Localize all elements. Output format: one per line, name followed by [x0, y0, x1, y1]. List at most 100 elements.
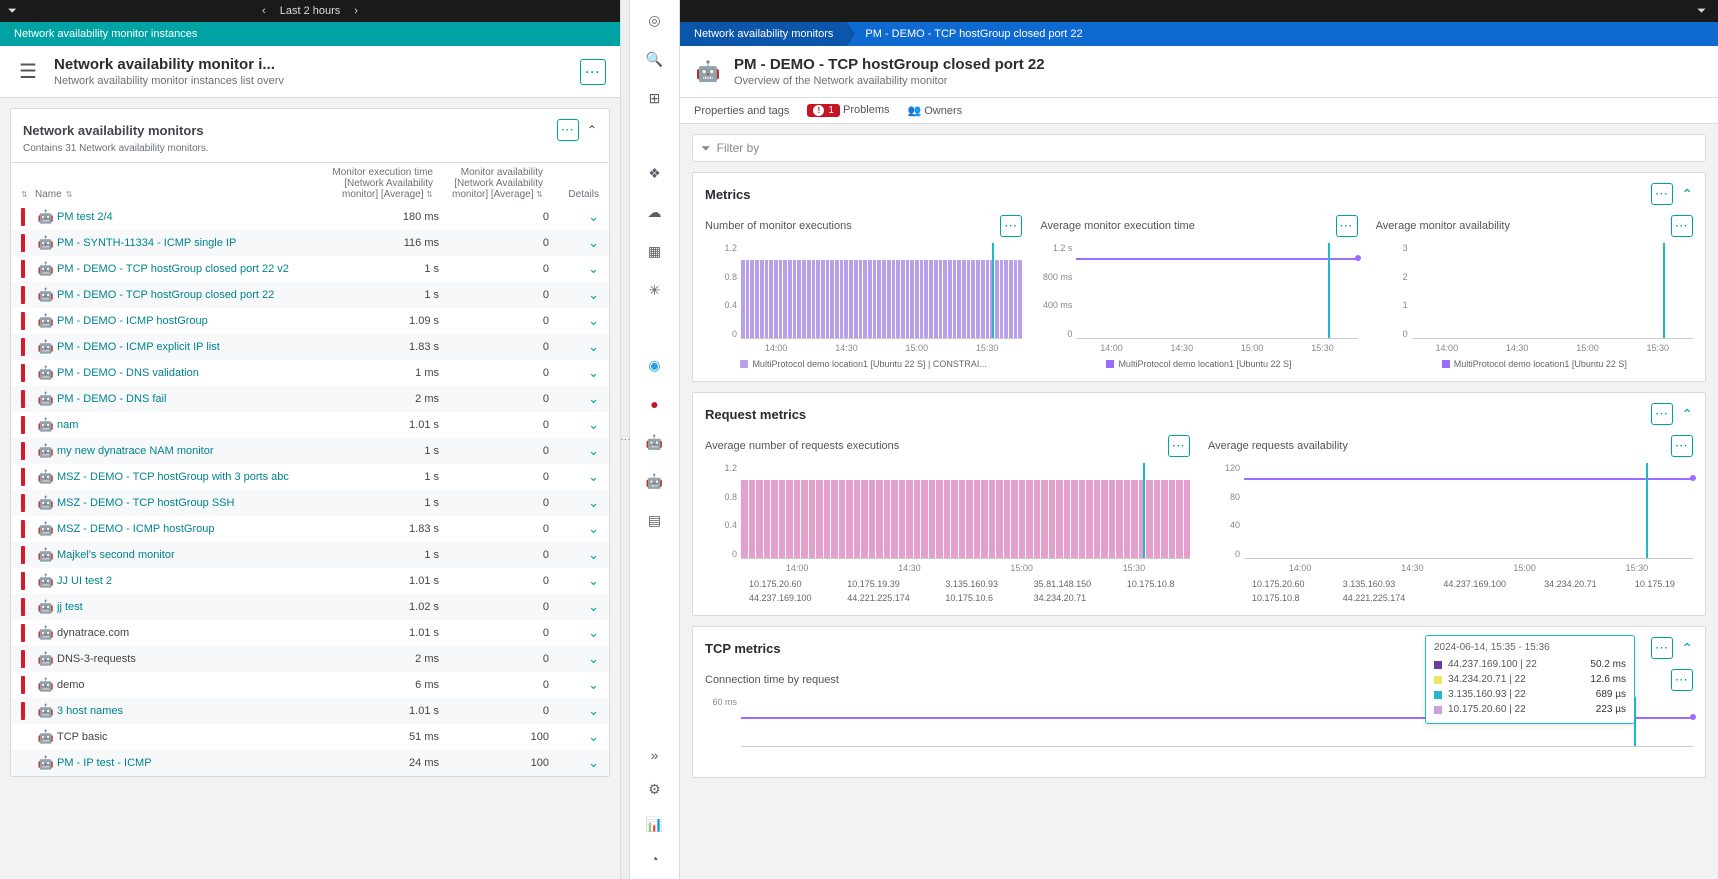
monitor-name[interactable]: TCP basic — [57, 731, 329, 743]
time-prev-icon[interactable]: ‹ — [262, 5, 266, 17]
table-row[interactable]: 🤖PM test 2/4180 ms0⌄ — [11, 204, 609, 230]
table-row[interactable]: 🤖TCP basic51 ms100⌄ — [11, 724, 609, 750]
expand-row-icon[interactable]: ⌄ — [549, 469, 599, 485]
expand-row-icon[interactable]: ⌄ — [549, 287, 599, 303]
table-row[interactable]: 🤖MSZ - DEMO - TCP hostGroup with 3 ports… — [11, 464, 609, 490]
monitor-name[interactable]: jj test — [57, 601, 329, 613]
sort-icon[interactable]: ⇅ — [66, 190, 73, 199]
nav-security-icon[interactable]: ✳ — [649, 282, 661, 299]
chart-more-button[interactable]: ··· — [1168, 435, 1190, 457]
pane-divider[interactable]: ⋮ — [620, 0, 630, 879]
monitor-name[interactable]: PM - DEMO - TCP hostGroup closed port 22 — [57, 289, 329, 301]
panel-more-button[interactable]: ··· — [1651, 637, 1673, 659]
table-row[interactable]: 🤖3 host names1.01 s0⌄ — [11, 698, 609, 724]
panel-collapse-icon[interactable]: ⌃ — [1681, 406, 1693, 423]
panel-more-button[interactable]: ··· — [557, 119, 579, 141]
monitor-name[interactable]: demo — [57, 679, 329, 691]
tab-properties[interactable]: Properties and tags — [694, 105, 789, 117]
nav-settings-icon[interactable]: ⚙ — [648, 781, 661, 798]
chart-more-button[interactable]: ··· — [1671, 669, 1693, 691]
panel-collapse-icon[interactable]: ⌃ — [587, 123, 597, 137]
monitor-name[interactable]: MSZ - DEMO - TCP hostGroup with 3 ports … — [57, 471, 329, 483]
plot-area[interactable] — [741, 243, 1022, 339]
monitor-name[interactable]: PM - DEMO - TCP hostGroup closed port 22… — [57, 263, 329, 275]
monitor-name[interactable]: DNS-3-requests — [57, 653, 329, 665]
table-row[interactable]: 🤖PM - DEMO - DNS validation1 ms0⌄ — [11, 360, 609, 386]
panel-collapse-icon[interactable]: ⌃ — [1681, 186, 1693, 203]
plot-area[interactable] — [1076, 243, 1357, 339]
expand-row-icon[interactable]: ⌄ — [549, 339, 599, 355]
sort-icon[interactable]: ⇅ — [426, 190, 433, 199]
nav-compass-icon[interactable]: ◎ — [648, 12, 660, 29]
table-row[interactable]: 🤖PM - DEMO - ICMP hostGroup1.09 s0⌄ — [11, 308, 609, 334]
panel-more-button[interactable]: ··· — [1651, 403, 1673, 425]
chart-more-button[interactable]: ··· — [1336, 215, 1358, 237]
monitor-name[interactable]: PM test 2/4 — [57, 211, 329, 223]
monitor-name[interactable]: MSZ - DEMO - ICMP hostGroup — [57, 523, 329, 535]
monitor-name[interactable]: PM - DEMO - DNS validation — [57, 367, 329, 379]
monitor-name[interactable]: my new dynatrace NAM monitor — [57, 445, 329, 457]
table-row[interactable]: 🤖MSZ - DEMO - TCP hostGroup SSH1 s0⌄ — [11, 490, 609, 516]
expand-row-icon[interactable]: ⌄ — [549, 235, 599, 251]
nav-robot2-icon[interactable]: 🤖 — [646, 473, 663, 490]
time-next-icon[interactable]: › — [354, 5, 358, 17]
plot-area[interactable] — [1412, 243, 1693, 339]
expand-row-icon[interactable]: ⌄ — [549, 599, 599, 615]
expand-row-icon[interactable]: ⌄ — [549, 547, 599, 563]
monitor-name[interactable]: MSZ - DEMO - TCP hostGroup SSH — [57, 497, 329, 509]
expand-row-icon[interactable]: ⌄ — [549, 495, 599, 511]
breadcrumb-root[interactable]: Network availability monitors — [680, 22, 847, 46]
monitor-name[interactable]: PM - DEMO - ICMP hostGroup — [57, 315, 329, 327]
nav-chart-icon[interactable]: 📊 — [646, 816, 663, 833]
plot-area[interactable] — [1244, 463, 1693, 559]
expand-row-icon[interactable]: ⌄ — [549, 313, 599, 329]
filter-bar[interactable]: ⏷ Filter by — [692, 134, 1706, 162]
chart-more-button[interactable]: ··· — [1671, 215, 1693, 237]
breadcrumb-item[interactable]: Network availability monitor instances — [0, 22, 211, 46]
expand-row-icon[interactable]: ⌄ — [549, 261, 599, 277]
table-row[interactable]: 🤖PM - DEMO - ICMP explicit IP list1.83 s… — [11, 334, 609, 360]
more-actions-button[interactable]: ··· — [580, 59, 606, 85]
expand-row-icon[interactable]: ⌄ — [549, 729, 599, 745]
expand-row-icon[interactable]: ⌄ — [549, 625, 599, 641]
expand-row-icon[interactable]: ⌄ — [549, 365, 599, 381]
expand-row-icon[interactable]: ⌄ — [549, 209, 599, 225]
nav-cube-icon[interactable]: ❖ — [648, 165, 661, 182]
expand-row-icon[interactable]: ⌄ — [549, 755, 599, 771]
monitor-name[interactable]: PM - IP test - ICMP — [57, 757, 329, 769]
table-row[interactable]: 🤖JJ UI test 21.01 s0⌄ — [11, 568, 609, 594]
table-row[interactable]: 🤖PM - SYNTH-11334 - ICMP single IP116 ms… — [11, 230, 609, 256]
monitor-name[interactable]: PM - DEMO - DNS fail — [57, 393, 329, 405]
nav-alert-icon[interactable]: ● — [650, 396, 658, 412]
monitor-name[interactable]: Majkel's second monitor — [57, 549, 329, 561]
table-row[interactable]: 🤖nam1.01 s0⌄ — [11, 412, 609, 438]
panel-more-button[interactable]: ··· — [1651, 183, 1673, 205]
chart-more-button[interactable]: ··· — [1671, 435, 1693, 457]
nav-observe-icon[interactable]: ◉ — [648, 357, 660, 374]
nav-db-icon[interactable]: ▦ — [648, 243, 661, 260]
col-name[interactable]: Name — [35, 189, 62, 200]
table-row[interactable]: 🤖demo6 ms0⌄ — [11, 672, 609, 698]
sort-icon[interactable]: ⇅ — [21, 190, 28, 199]
table-row[interactable]: 🤖PM - DEMO - TCP hostGroup closed port 2… — [11, 256, 609, 282]
expand-row-icon[interactable]: ⌄ — [549, 651, 599, 667]
table-row[interactable]: 🤖PM - DEMO - TCP hostGroup closed port 2… — [11, 282, 609, 308]
monitor-name[interactable]: nam — [57, 419, 329, 431]
funnel-icon[interactable]: ⏷ — [8, 5, 17, 18]
nav-expand-icon[interactable]: » — [651, 747, 659, 763]
table-row[interactable]: 🤖jj test1.02 s0⌄ — [11, 594, 609, 620]
table-row[interactable]: 🤖my new dynatrace NAM monitor1 s0⌄ — [11, 438, 609, 464]
expand-row-icon[interactable]: ⌄ — [549, 573, 599, 589]
plot-area[interactable] — [741, 463, 1190, 559]
expand-row-icon[interactable]: ⌄ — [549, 391, 599, 407]
expand-row-icon[interactable]: ⌄ — [549, 521, 599, 537]
nav-apps-icon[interactable]: ⊞ — [649, 90, 661, 107]
panel-collapse-icon[interactable]: ⌃ — [1681, 640, 1693, 657]
nav-user-icon[interactable]: ◔ — [650, 851, 658, 867]
expand-row-icon[interactable]: ⌄ — [549, 417, 599, 433]
expand-row-icon[interactable]: ⌄ — [549, 703, 599, 719]
monitor-name[interactable]: dynatrace.com — [57, 627, 329, 639]
monitor-name[interactable]: PM - DEMO - ICMP explicit IP list — [57, 341, 329, 353]
nav-robot1-icon[interactable]: 🤖 — [646, 434, 663, 451]
sort-icon[interactable]: ⇅ — [536, 190, 543, 199]
